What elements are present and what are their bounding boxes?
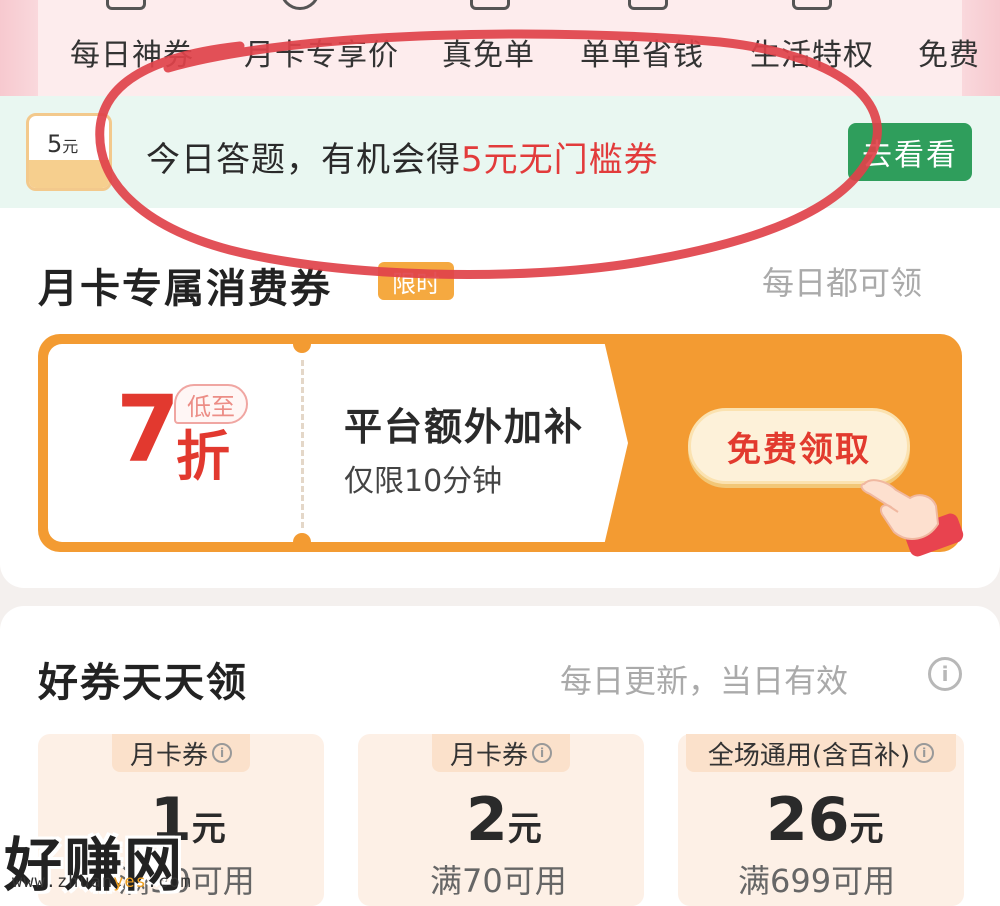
category-icon bbox=[106, 0, 146, 10]
quiz-banner-text: 今日答题，有机会得5元无门槛券 bbox=[146, 140, 659, 180]
coupon-condition: 满699可用 bbox=[738, 862, 896, 900]
go-see-button[interactable]: 去看看 bbox=[848, 123, 972, 181]
section-title-daily: 好券天天领 bbox=[38, 660, 248, 706]
coupon-amount: 2元 bbox=[466, 785, 542, 855]
category-icon bbox=[470, 0, 510, 10]
category-month-card-price[interactable]: 月卡专享价 bbox=[244, 30, 399, 74]
coupon-condition: 满70可用 bbox=[430, 862, 567, 900]
info-icon: i bbox=[212, 743, 232, 763]
category-free-order[interactable]: 真免单 bbox=[442, 30, 535, 74]
coupon-amount: 26元 bbox=[766, 785, 884, 855]
ticket-notch bbox=[293, 335, 311, 353]
info-icon: i bbox=[532, 743, 552, 763]
category-daily-coupon[interactable]: 每日神券 bbox=[70, 30, 194, 74]
ticket-notch bbox=[293, 533, 311, 551]
category-life-privilege[interactable]: 生活特权 bbox=[750, 30, 874, 74]
discount-value: 7 bbox=[116, 376, 181, 483]
ticket-perforation bbox=[301, 360, 304, 528]
section-title-month-card: 月卡专属消费券 bbox=[38, 266, 332, 312]
category-save-money[interactable]: 单单省钱 bbox=[580, 30, 704, 74]
quiz-highlight: 5元无门槛券 bbox=[461, 140, 659, 180]
coupon-icon: 5元 bbox=[26, 113, 112, 191]
as-low-as-tag: 低至 bbox=[174, 384, 248, 424]
promo-headline: 平台额外加补 bbox=[344, 405, 585, 449]
section-subtitle-month-card: 每日都可领 bbox=[762, 264, 923, 302]
pointing-hand-icon bbox=[860, 479, 964, 557]
coupon-tag: 月卡券 i bbox=[112, 734, 250, 772]
coupon-tag: 月卡券 i bbox=[432, 734, 570, 772]
discount-unit: 折 bbox=[176, 425, 230, 488]
promo-note: 仅限10分钟 bbox=[344, 464, 503, 499]
limited-badge: 限时 bbox=[378, 262, 454, 300]
section-subtitle-daily: 每日更新，当日有效 bbox=[560, 662, 849, 700]
info-icon[interactable]: i bbox=[928, 657, 962, 691]
category-icon bbox=[792, 0, 832, 10]
category-icon bbox=[628, 0, 668, 10]
watermark-url: www.zhuanyes.com bbox=[12, 872, 192, 892]
coupon-tag: 全场通用(含百补) i bbox=[686, 734, 956, 772]
info-icon: i bbox=[914, 743, 935, 763]
category-free[interactable]: 免费 bbox=[918, 30, 980, 74]
